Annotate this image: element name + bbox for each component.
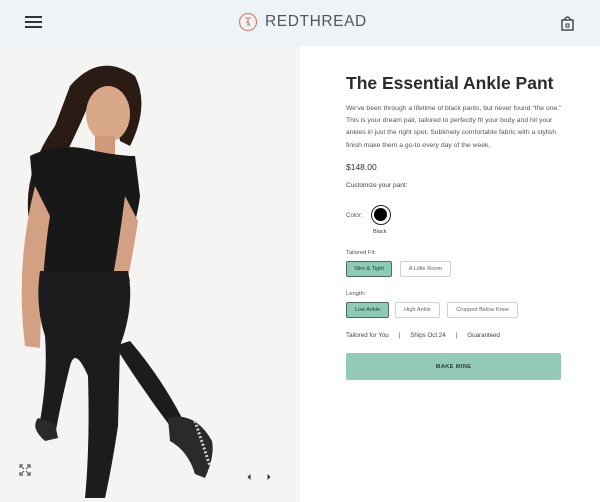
fit-option-a-little-room[interactable]: A Little Room — [400, 261, 451, 277]
length-label: Length: — [346, 291, 366, 297]
model-illustration — [0, 46, 300, 502]
product-photo — [0, 46, 300, 502]
feature-ships: Ships Oct 24 — [410, 332, 446, 339]
product-title: The Essential Ankle Pant — [346, 73, 554, 93]
feature-list: Tailored for You | Ships Oct 24 | Guaran… — [346, 332, 500, 339]
product-description: We've been through a lifetime of black p… — [346, 105, 562, 149]
hamburger-menu-icon[interactable] — [25, 16, 42, 29]
feature-separator: | — [398, 332, 401, 339]
shopping-bag-icon[interactable] — [561, 15, 574, 31]
make-mine-button[interactable]: MAKE MINE — [346, 353, 561, 380]
chevron-left-icon[interactable] — [244, 472, 254, 482]
site-header: REDTHREAD — [0, 0, 600, 46]
brand-name: REDTHREAD — [265, 13, 367, 30]
chevron-right-icon[interactable] — [264, 472, 274, 482]
feature-separator: | — [455, 332, 458, 339]
feature-guaranteed: Guaranteed — [467, 332, 500, 339]
length-option-low-ankle[interactable]: Low Ankle — [346, 302, 389, 318]
swatch-fill — [374, 208, 387, 221]
length-option-high-ankle[interactable]: High Ankle — [395, 302, 440, 318]
product-price: $148.00 — [346, 162, 377, 172]
expand-icon[interactable] — [19, 464, 31, 476]
fit-option-slim-tight[interactable]: Slim & Tight — [346, 261, 392, 277]
color-swatch-black[interactable] — [371, 205, 391, 225]
brand-mark-icon — [238, 12, 258, 32]
fit-label: Tailored Fit: — [346, 250, 376, 256]
customize-prompt: Customize your pant: — [346, 182, 408, 189]
color-label: Color: — [346, 212, 363, 219]
brand-logo[interactable]: REDTHREAD — [238, 11, 367, 33]
color-selected-label: Black — [373, 229, 387, 235]
length-option-cropped-below-knee[interactable]: Cropped Below Knee — [447, 302, 518, 318]
feature-tailored: Tailored for You — [346, 332, 389, 339]
